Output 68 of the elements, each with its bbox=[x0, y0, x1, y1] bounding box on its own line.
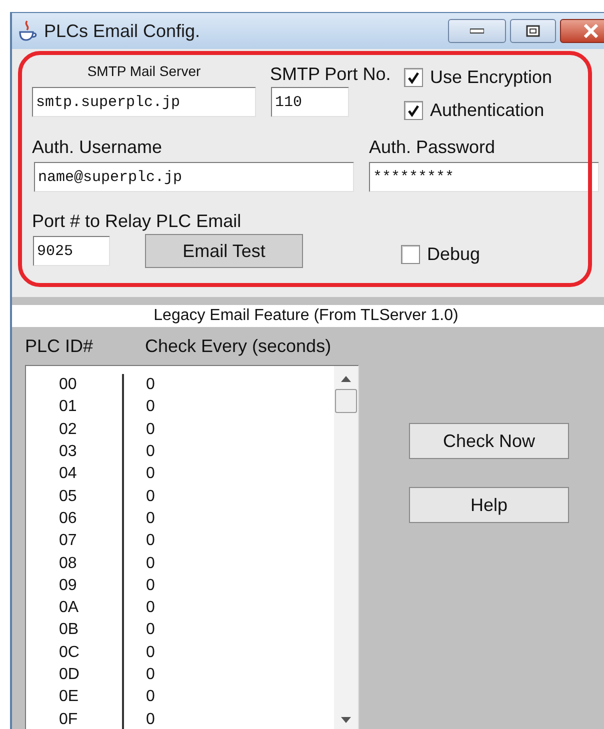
checkbox-label: Use Encryption bbox=[430, 66, 552, 89]
interval-cell-text: 0 bbox=[146, 375, 156, 395]
plc-id-cell-text: 0A bbox=[58, 598, 80, 618]
minimize-button[interactable] bbox=[448, 19, 506, 43]
port-field[interactable]: 110 bbox=[271, 87, 349, 117]
plc-id-cell-text: 08 bbox=[58, 554, 78, 574]
coffee-cup-icon bbox=[18, 20, 38, 42]
interval-cell-text: 0 bbox=[146, 665, 156, 686]
interval-cell-text: 0 bbox=[146, 486, 156, 507]
interval-cell-text: 0 bbox=[146, 397, 156, 418]
interval-cell-text: 0 bbox=[146, 576, 156, 596]
interval-cell-text: 0 bbox=[146, 464, 156, 484]
plc-id-cell-text: 00 bbox=[58, 375, 78, 395]
plc-id-cell-text: 0D bbox=[58, 665, 80, 686]
checkbox-label: Debug bbox=[427, 242, 480, 266]
checkbox[interactable] bbox=[404, 101, 423, 120]
close-button[interactable] bbox=[560, 19, 604, 43]
plc-id-cell-text: 0F bbox=[58, 710, 79, 729]
column-header: Check Every (seconds) bbox=[145, 334, 332, 358]
interval-cell-text: 0 bbox=[146, 420, 156, 440]
field-label: SMTP Mail Server bbox=[86, 62, 202, 81]
interval-cell-text: 0 bbox=[146, 687, 156, 708]
plc-id-cell-text: 06 bbox=[58, 508, 78, 529]
checkbox[interactable] bbox=[401, 244, 420, 264]
plc-id-cell-text: 0B bbox=[58, 620, 80, 640]
interval-cell-text: 0 bbox=[146, 442, 156, 462]
close-icon bbox=[583, 24, 599, 38]
interval-cell-text: 0 bbox=[146, 554, 156, 574]
plc-id-cell-text: 05 bbox=[58, 486, 78, 507]
checkbox-label: Authentication bbox=[430, 99, 544, 122]
scroll-down-icon bbox=[341, 717, 351, 723]
checkbox[interactable] bbox=[404, 68, 423, 87]
username-field[interactable]: name@superplc.jp bbox=[34, 162, 354, 192]
plc-id-cell-text: 02 bbox=[58, 420, 78, 440]
interval-cell-text: 0 bbox=[146, 508, 156, 529]
action-button[interactable]: Check Now bbox=[409, 423, 569, 459]
interval-cell-text: 0 bbox=[146, 620, 156, 640]
interval-cell-text: 0 bbox=[146, 598, 156, 618]
password-field[interactable]: ********* bbox=[369, 162, 599, 192]
checkmark-icon bbox=[407, 71, 420, 84]
maximize-icon bbox=[526, 25, 540, 37]
section-title: Legacy Email Feature (From TLServer 1.0) bbox=[12, 305, 604, 327]
field-label: Port # to Relay PLC Email bbox=[32, 210, 242, 230]
window-title: PLCs Email Config. bbox=[44, 20, 200, 43]
plc-id-cell-text: 0C bbox=[58, 642, 80, 663]
field-label: Auth. Password bbox=[369, 136, 496, 158]
plc-id-cell-text: 03 bbox=[58, 442, 78, 462]
minimize-icon bbox=[470, 28, 484, 34]
interval-cell-text: 0 bbox=[146, 642, 156, 663]
column-header: PLC ID# bbox=[25, 334, 94, 358]
plc-id-cell-text: 01 bbox=[58, 397, 78, 418]
plc-id-cell-text: 04 bbox=[58, 464, 78, 484]
interval-cell-text: 0 bbox=[146, 531, 156, 552]
field-label: Auth. Username bbox=[32, 136, 164, 158]
server-field[interactable]: smtp.superplc.jp bbox=[32, 87, 256, 117]
email-test-button[interactable]: Email Test bbox=[145, 234, 303, 268]
scrollbar-thumb[interactable] bbox=[335, 389, 357, 413]
action-button[interactable]: Help bbox=[409, 487, 569, 523]
checkmark-icon bbox=[407, 104, 420, 117]
maximize-button[interactable] bbox=[510, 19, 556, 43]
scrollbar[interactable] bbox=[334, 366, 358, 729]
relay-port-field[interactable]: 9025 bbox=[33, 236, 110, 266]
plc-id-cell-text: 0E bbox=[58, 687, 80, 708]
interval-cell-text: 0 bbox=[146, 710, 156, 729]
plc-id-cell-text: 09 bbox=[58, 576, 78, 596]
scroll-up-icon bbox=[341, 376, 351, 382]
field-label: SMTP Port No. bbox=[270, 63, 392, 83]
plc-id-cell-text: 07 bbox=[58, 531, 78, 552]
